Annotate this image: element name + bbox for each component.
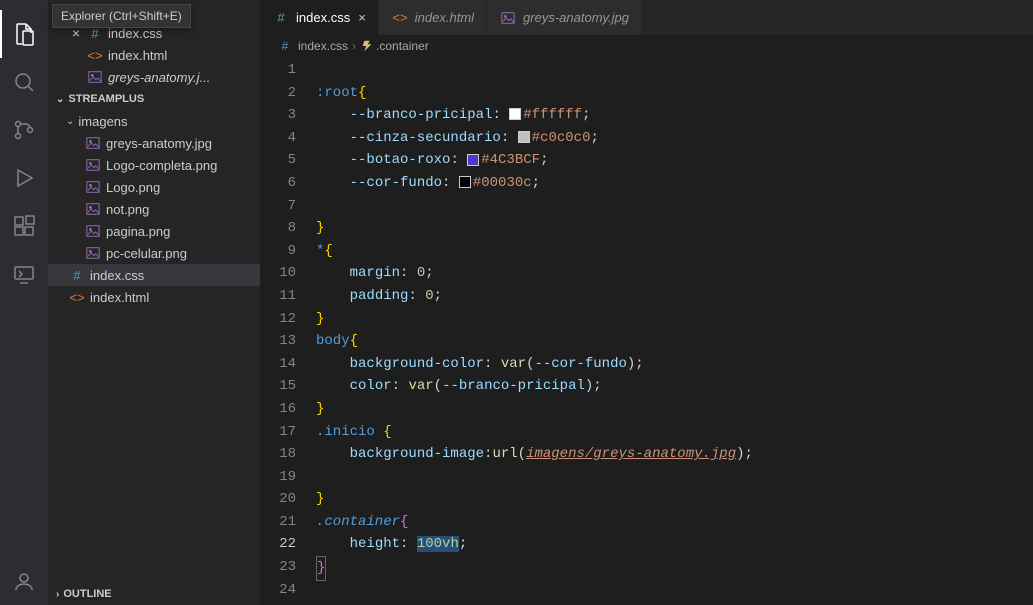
css-file-icon: # [68,268,86,283]
editor-tab[interactable]: greys-anatomy.jpg [487,0,642,35]
activity-bar [0,0,48,605]
tab-label: greys-anatomy.jpg [523,10,629,25]
image-file-icon [84,180,102,194]
html-file-icon: <> [68,290,86,305]
tab-label: index.html [415,10,474,25]
file-item[interactable]: <> index.html [48,286,260,308]
file-label: index.html [108,48,167,63]
explorer-icon[interactable] [0,10,48,58]
symbol-icon [360,39,374,54]
breadcrumb-file: index.css [298,39,348,53]
file-label: Logo.png [106,180,160,195]
code-editor[interactable]: 123456789101112131415161718192021222324 … [260,57,1033,605]
editor-tab[interactable]: <> index.html [379,0,487,35]
breadcrumb[interactable]: # index.css › .container [260,35,1033,57]
file-item[interactable]: pc-celular.png [48,242,260,264]
css-file-icon: # [276,39,294,53]
search-icon[interactable] [0,58,48,106]
file-label: not.png [106,202,149,217]
file-label: index.html [90,290,149,305]
sidebar: ⌄ OPEN EDITORS ×#index.css<>index.htmlgr… [48,0,260,605]
source-control-icon[interactable] [0,106,48,154]
editor-tab[interactable]: # index.css × [260,0,379,35]
html-file-icon: <> [86,48,104,63]
file-label: greys-anatomy.jpg [106,136,212,151]
image-file-icon [84,158,102,172]
outline-header[interactable]: › OUTLINE [48,583,260,605]
image-file-icon [84,202,102,216]
folder-label: imagens [78,114,127,129]
open-editor-item[interactable]: greys-anatomy.j... [48,66,260,88]
image-file-icon [86,70,104,84]
outline-title: OUTLINE [63,588,111,600]
file-item[interactable]: # index.css [48,264,260,286]
project-header[interactable]: ⌄ STREAMPLUS [48,88,260,110]
css-file-icon: # [272,10,290,25]
breadcrumb-symbol: .container [376,39,429,53]
explorer-tooltip: Explorer (Ctrl+Shift+E) [52,4,191,28]
tab-label: index.css [296,10,350,25]
file-label: pc-celular.png [106,246,187,261]
chevron-right-icon: › [56,589,59,600]
file-label: pagina.png [106,224,170,239]
open-editor-item[interactable]: <> index.html [48,44,260,66]
file-item[interactable]: Logo.png [48,176,260,198]
line-gutter: 123456789101112131415161718192021222324 [260,57,316,605]
breadcrumb-separator: › [352,39,356,53]
image-file-icon [84,246,102,260]
image-file-icon [84,136,102,150]
file-item[interactable]: greys-anatomy.jpg [48,132,260,154]
file-item[interactable]: pagina.png [48,220,260,242]
file-item[interactable]: Logo-completa.png [48,154,260,176]
run-debug-icon[interactable] [0,154,48,202]
extensions-icon[interactable] [0,202,48,250]
remote-icon[interactable] [0,250,48,298]
image-file-icon [84,224,102,238]
chevron-down-icon: ⌄ [56,94,64,105]
folder-imagens[interactable]: ⌄ imagens [48,110,260,132]
file-item[interactable]: not.png [48,198,260,220]
image-file-icon [499,11,517,25]
project-title: STREAMPLUS [68,93,144,105]
html-file-icon: <> [391,10,409,25]
close-icon[interactable]: × [358,10,366,25]
code-content[interactable]: :root{ --branco-pricipal: #ffffff; --cin… [316,57,1033,605]
account-icon[interactable] [0,557,48,605]
file-label: Logo-completa.png [106,158,217,173]
chevron-down-icon: ⌄ [66,116,74,127]
editor-tabs: # index.css × <> index.html greys-anatomy.jpg [260,0,1033,35]
editor-area: #index.css×<>index.htmlgreys-anatomy.jpg… [260,0,1033,605]
file-label: index.css [90,268,144,283]
file-label: greys-anatomy.j... [108,70,210,85]
